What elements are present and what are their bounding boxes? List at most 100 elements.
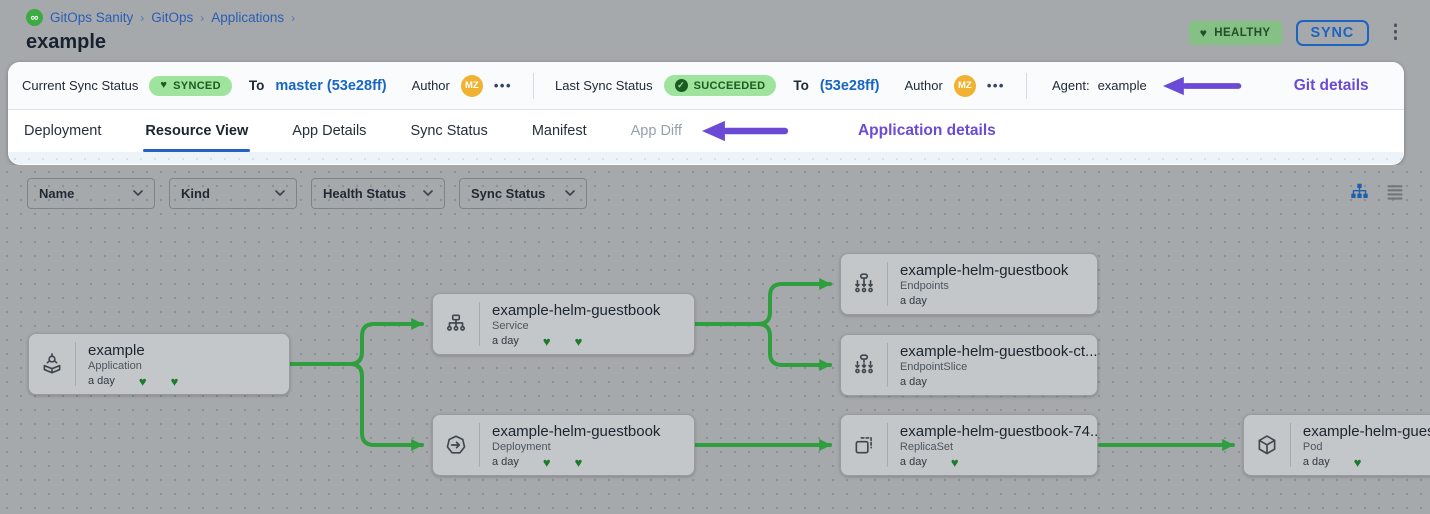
list-view-icon[interactable]	[1386, 183, 1404, 201]
node-title: example-helm-guestbook-ct...	[900, 343, 1085, 360]
more-options-icon[interactable]: •••	[494, 78, 512, 93]
node-age: a day	[492, 456, 519, 468]
health-status-badge: ♥ HEALTHY	[1189, 21, 1282, 45]
health-heart-icon: ♥	[951, 456, 959, 469]
health-heart-icon: ♥	[575, 456, 583, 469]
node-kind: Pod	[1303, 441, 1430, 453]
node-age: a day	[900, 456, 927, 468]
author-label: Author	[412, 78, 450, 93]
current-sync-status-label: Current Sync Status	[22, 78, 138, 93]
top-header: ∞ GitOps Sanity › GitOps › Applications …	[0, 0, 1430, 62]
chevron-down-icon	[133, 190, 143, 197]
node-title: example-helm-guestbook	[900, 262, 1068, 279]
author-avatar: MZ	[461, 75, 483, 97]
git-details-annotation: Git details	[1158, 76, 1369, 96]
sync-button[interactable]: SYNC	[1296, 20, 1370, 46]
tab-resource-view[interactable]: Resource View	[145, 110, 248, 152]
chevron-down-icon	[275, 190, 285, 197]
node-kind: Deployment	[492, 441, 660, 453]
node-kind: Endpoints	[900, 280, 1068, 292]
succeeded-badge-label: SUCCEEDED	[694, 80, 766, 92]
node-pod-example-helm-guestbook[interactable]: example-helm-guestbook Pod a day ♥	[1243, 414, 1430, 476]
endpointslice-icon	[841, 335, 887, 395]
edge-service-endpoints	[696, 284, 830, 324]
view-mode-toggle	[1350, 182, 1404, 201]
chevron-down-icon	[565, 190, 575, 197]
filter-health-status-label: Health Status	[323, 186, 406, 201]
git-details-annotation-label: Git details	[1294, 77, 1369, 95]
node-age: a day	[1303, 456, 1330, 468]
filter-sync-status-dropdown[interactable]: Sync Status	[459, 178, 587, 209]
breadcrumb-item-gitops[interactable]: GitOps	[151, 10, 193, 25]
filter-name-dropdown[interactable]: Name	[27, 178, 155, 209]
resource-tree-canvas[interactable]: Name Kind Health Status Sync Status	[0, 165, 1430, 514]
agent-value: example	[1098, 78, 1147, 93]
left-arrow-icon	[1158, 76, 1248, 96]
node-kind: EndpointSlice	[900, 361, 1085, 373]
node-kind: Application	[88, 360, 178, 372]
tab-sync-status[interactable]: Sync Status	[410, 110, 487, 152]
node-replicaset-example-helm-guestbook[interactable]: example-helm-guestbook-74... ReplicaSet …	[840, 414, 1098, 476]
node-application-example[interactable]: example Application a day ♥ ♥	[28, 333, 290, 395]
gitops-logo-icon: ∞	[26, 9, 43, 26]
filter-kind-dropdown[interactable]: Kind	[169, 178, 297, 209]
divider	[533, 73, 534, 99]
more-options-icon[interactable]: •••	[987, 78, 1005, 93]
health-heart-icon: ♥	[575, 335, 583, 348]
node-deployment-example-helm-guestbook[interactable]: example-helm-guestbook Deployment a day …	[432, 414, 695, 476]
last-revision-link[interactable]: (53e28ff)	[820, 78, 880, 94]
filter-sync-status-label: Sync Status	[471, 186, 545, 201]
health-heart-icon: ♥	[543, 456, 551, 469]
tab-app-details[interactable]: App Details	[292, 110, 366, 152]
sync-status-bar: Current Sync Status ♥ SYNCED To master (…	[8, 62, 1404, 110]
filter-health-status-dropdown[interactable]: Health Status	[311, 178, 445, 209]
node-age: a day	[88, 375, 115, 387]
node-title: example-helm-guestbook	[1303, 423, 1430, 440]
heart-icon: ♥	[1200, 27, 1208, 39]
node-age: a day	[900, 295, 927, 307]
tab-deployment[interactable]: Deployment	[24, 110, 101, 152]
check-circle-icon: ✓	[675, 79, 688, 92]
edge-app-deployment	[290, 364, 422, 445]
health-badge-label: HEALTHY	[1214, 27, 1270, 39]
current-revision-link[interactable]: master (53e28ff)	[275, 78, 386, 94]
agent-label: Agent:	[1052, 78, 1090, 93]
to-label: To	[249, 78, 265, 93]
breadcrumb-item-applications[interactable]: Applications	[211, 10, 284, 25]
node-service-example-helm-guestbook[interactable]: example-helm-guestbook Service a day ♥ ♥	[432, 293, 695, 355]
filter-kind-label: Kind	[181, 186, 210, 201]
service-icon	[433, 294, 479, 354]
application-details-annotation: Application details	[696, 110, 996, 152]
tree-view-icon[interactable]	[1350, 182, 1369, 201]
succeeded-badge: ✓ SUCCEEDED	[664, 75, 777, 96]
breadcrumb-separator: ›	[291, 11, 295, 25]
breadcrumb-item-account[interactable]: GitOps Sanity	[50, 10, 133, 25]
agent-group: Agent: example	[1052, 78, 1147, 93]
node-endpoints-example-helm-guestbook[interactable]: example-helm-guestbook Endpoints a day	[840, 253, 1098, 315]
page-title: example	[26, 31, 106, 54]
node-title: example-helm-guestbook	[492, 302, 660, 319]
node-endpointslice-example-helm-guestbook[interactable]: example-helm-guestbook-ct... EndpointSli…	[840, 334, 1098, 396]
endpoints-icon	[841, 254, 887, 314]
health-heart-icon: ♥	[139, 375, 147, 388]
node-kind: ReplicaSet	[900, 441, 1085, 453]
kebab-menu-icon[interactable]: ⋮	[1383, 21, 1408, 45]
application-details-annotation-label: Application details	[858, 122, 996, 140]
card-bottom-strip	[8, 152, 1404, 164]
left-arrow-icon	[696, 120, 796, 142]
node-age: a day	[492, 335, 519, 347]
pod-icon	[1244, 415, 1290, 475]
app-details-card: Current Sync Status ♥ SYNCED To master (…	[8, 62, 1404, 165]
tab-app-diff[interactable]: App Diff	[631, 110, 682, 152]
tab-manifest[interactable]: Manifest	[532, 110, 587, 152]
author-label: Author	[905, 78, 943, 93]
author-avatar: MZ	[954, 75, 976, 97]
deployment-icon	[433, 415, 479, 475]
synced-badge-label: SYNCED	[173, 80, 221, 92]
edge-service-endpointslice	[696, 324, 830, 365]
to-label: To	[793, 78, 809, 93]
health-heart-icon: ♥	[1354, 456, 1362, 469]
breadcrumb: ∞ GitOps Sanity › GitOps › Applications …	[26, 9, 295, 26]
breadcrumb-separator: ›	[200, 11, 204, 25]
health-heart-icon: ♥	[543, 335, 551, 348]
